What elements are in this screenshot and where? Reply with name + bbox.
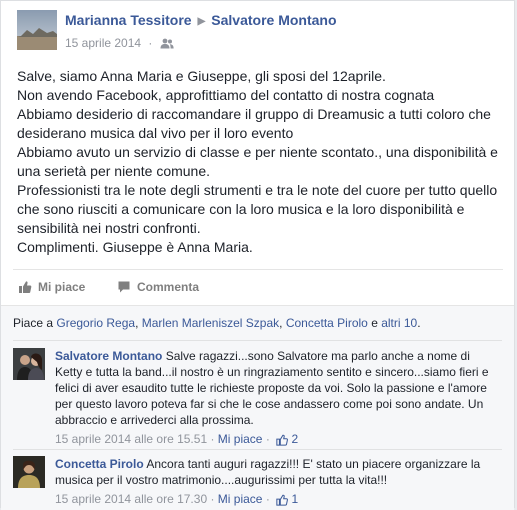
triangle-right-icon: ▶ [197, 16, 206, 27]
post-meta: 15 aprile 2014 · [65, 36, 174, 52]
comment-meta: 15 aprile 2014 alle ore 17.30 · Mi piace… [55, 491, 500, 507]
comment-like-count[interactable]: 1 [292, 492, 299, 506]
meta-separator: · [262, 432, 274, 446]
target-name-link[interactable]: Salvatore Montano [211, 12, 336, 28]
thumbs-up-icon[interactable] [276, 434, 289, 446]
commenter-avatar[interactable] [13, 348, 45, 380]
comment-like-link[interactable]: Mi piace [218, 432, 263, 446]
like-label: Mi piace [38, 280, 86, 294]
comment-item: Concetta Pirolo Ancora tanti auguri raga… [13, 456, 503, 506]
divider [13, 340, 502, 341]
avatar-image [17, 10, 57, 50]
meta-separator: · [262, 492, 274, 506]
post-line: Professionisti tra le note degli strumen… [17, 182, 498, 236]
speech-bubble-icon [118, 281, 130, 293]
likes-and: e [367, 316, 382, 330]
comment-author-link[interactable]: Salvatore Montano [55, 349, 162, 363]
friends-audience-icon[interactable] [160, 38, 174, 52]
likes-comma: , [279, 316, 286, 330]
comment-body: Salvatore Montano Salve ragazzi...sono S… [55, 348, 500, 447]
post-card: Marianna Tessitore ▶ Salvatore Montano 15 … [0, 0, 515, 510]
likes-prefix: Piace a [13, 316, 57, 330]
comment-date-link[interactable]: 15 aprile 2014 alle ore 17.30 [55, 492, 207, 506]
post-header-names: Marianna Tessitore ▶ Salvatore Montano [65, 12, 337, 28]
divider [13, 449, 502, 450]
comment-label: Commenta [137, 280, 200, 294]
liker-link[interactable]: Marlen Marleniszel Szpak [142, 316, 279, 330]
post-line: Non avendo Facebook, approfittiamo del c… [17, 87, 435, 103]
comment-meta: 15 aprile 2014 alle ore 15.51 · Mi piace… [55, 431, 500, 447]
liker-link[interactable]: Concetta Pirolo [286, 316, 368, 330]
thumbs-up-icon[interactable] [276, 494, 289, 506]
comment-item: Salvatore Montano Salve ragazzi...sono S… [13, 348, 503, 447]
likes-summary: Piace a Gregorio Rega, Marlen Marlenisze… [13, 316, 421, 330]
post-actions-bar: Mi piace Commenta [13, 269, 503, 303]
post-date-link[interactable]: 15 aprile 2014 [65, 36, 141, 50]
comment-button[interactable]: Commenta [117, 280, 199, 294]
comment-date-link[interactable]: 15 aprile 2014 alle ore 15.51 [55, 432, 207, 446]
post-text: Salve, siamo Anna Maria e Giuseppe, gli … [17, 67, 505, 257]
likes-others-link[interactable]: altri 10 [381, 316, 417, 330]
like-button[interactable]: Mi piace [18, 280, 85, 294]
post-line: Abbiamo desiderio di raccomandare il gru… [17, 106, 491, 141]
meta-separator: · [148, 36, 153, 50]
comment-like-link[interactable]: Mi piace [218, 492, 263, 506]
author-name-link[interactable]: Marianna Tessitore [65, 12, 192, 28]
thumbs-up-icon [19, 281, 32, 293]
post-line: Salve, siamo Anna Maria e Giuseppe, gli … [17, 68, 386, 84]
meta-separator: · [207, 492, 218, 506]
liker-link[interactable]: Gregorio Rega [56, 316, 135, 330]
comment-body: Concetta Pirolo Ancora tanti auguri raga… [55, 456, 500, 507]
feedback-section: Piace a Gregorio Rega, Marlen Marlenisze… [1, 305, 514, 510]
comment-like-count[interactable]: 2 [292, 432, 299, 446]
post-line: Abbiamo avuto un servizio di classe e pe… [17, 144, 498, 179]
commenter-avatar[interactable] [13, 456, 45, 488]
author-avatar[interactable] [17, 10, 57, 50]
comment-author-link[interactable]: Concetta Pirolo [55, 457, 144, 471]
meta-separator: · [207, 432, 218, 446]
likes-comma: , [135, 316, 142, 330]
likes-suffix: . [417, 316, 421, 330]
post-line: Complimenti. Giuseppe è Anna Maria. [17, 239, 253, 255]
